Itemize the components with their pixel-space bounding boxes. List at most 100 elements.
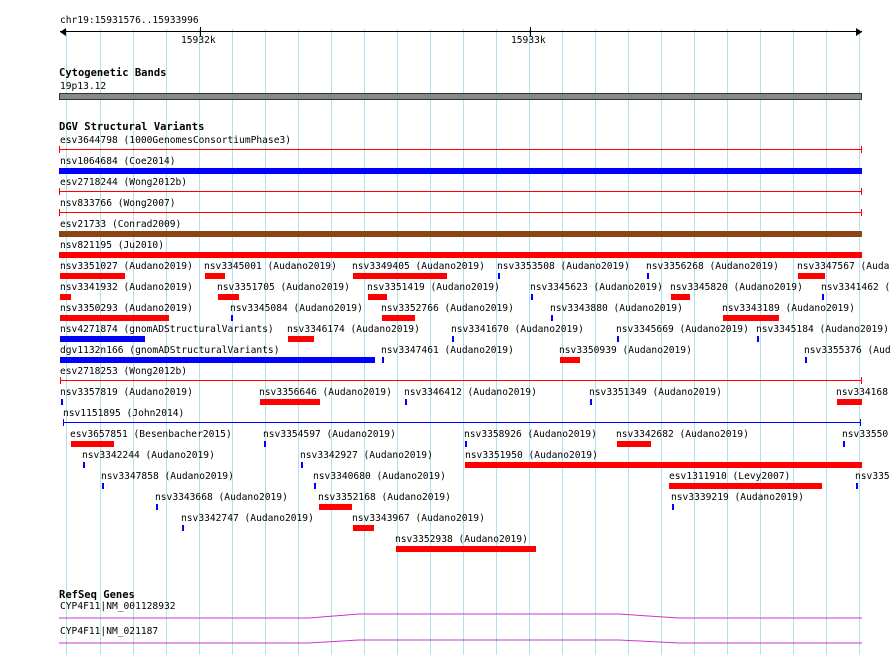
sv-glyph[interactable] — [205, 273, 225, 279]
sv-label[interactable]: nsv3350939 (Audano2019) — [559, 345, 692, 356]
sv-label[interactable]: nsv3358926 (Audano2019) — [464, 429, 597, 440]
sv-glyph[interactable] — [60, 377, 862, 384]
sv-label[interactable]: nsv3351027 (Audano2019) — [60, 261, 193, 272]
sv-label[interactable]: nsv3341670 (Audano2019) — [451, 324, 584, 335]
sv-glyph[interactable] — [531, 294, 533, 300]
cytoband-label[interactable]: 19p13.12 — [60, 81, 106, 92]
sv-glyph[interactable] — [60, 357, 375, 363]
sv-glyph[interactable] — [218, 294, 239, 300]
sv-label[interactable]: nsv3352766 (Audano2019) — [381, 303, 514, 314]
sv-glyph[interactable] — [59, 209, 862, 216]
sv-glyph[interactable] — [59, 188, 862, 195]
sv-label[interactable]: nsv3345001 (Audano2019) — [204, 261, 337, 272]
sv-glyph[interactable] — [60, 336, 145, 342]
sv-label[interactable]: nsv3346412 (Audano2019) — [404, 387, 537, 398]
sv-label[interactable]: esv3644798 (1000GenomesConsortiumPhase3) — [60, 135, 291, 146]
sv-label[interactable]: nsv3353508 (Audano2019) — [497, 261, 630, 272]
sv-glyph[interactable] — [319, 504, 352, 510]
sv-glyph[interactable] — [156, 504, 158, 510]
sv-label[interactable]: nsv3343880 (Audano2019) — [550, 303, 683, 314]
gene-model[interactable] — [59, 612, 862, 620]
sv-label[interactable]: nsv3343189 (Audano2019) — [722, 303, 855, 314]
sv-label[interactable]: nsv33550 — [842, 429, 888, 440]
sv-label[interactable]: esv2718244 (Wong2012b) — [60, 177, 187, 188]
sv-glyph[interactable] — [805, 357, 807, 363]
sv-glyph[interactable] — [465, 441, 467, 447]
sv-label[interactable]: nsv3356268 (Audano2019) — [646, 261, 779, 272]
sv-label[interactable]: nsv3347461 (Audano2019) — [381, 345, 514, 356]
sv-glyph[interactable] — [260, 399, 320, 405]
sv-glyph[interactable] — [551, 315, 553, 321]
sv-label[interactable]: esv2718253 (Wong2012b) — [60, 366, 187, 377]
sv-label[interactable]: nsv1151895 (John2014) — [63, 408, 184, 419]
sv-glyph[interactable] — [405, 399, 407, 405]
sv-label[interactable]: nsv3341462 ( — [821, 282, 890, 293]
sv-label[interactable]: nsv1064684 (Coe2014) — [60, 156, 176, 167]
sv-glyph[interactable] — [452, 336, 454, 342]
sv-glyph[interactable] — [843, 441, 845, 447]
sv-glyph[interactable] — [560, 357, 580, 363]
sv-glyph[interactable] — [288, 336, 314, 342]
sv-label[interactable]: nsv3343967 (Audano2019) — [352, 513, 485, 524]
sv-label[interactable]: nsv3342927 (Audano2019) — [300, 450, 433, 461]
sv-label[interactable]: esv1311910 (Levy2007) — [669, 471, 790, 482]
cytoband-bar[interactable] — [59, 93, 862, 100]
sv-glyph[interactable] — [798, 273, 825, 279]
sv-glyph[interactable] — [59, 146, 862, 153]
sv-label[interactable]: nsv3351950 (Audano2019) — [465, 450, 598, 461]
sv-label[interactable]: dgv1132n166 (gnomADStructuralVariants) — [60, 345, 280, 356]
sv-glyph[interactable] — [182, 525, 184, 531]
sv-label[interactable]: nsv3340680 (Audano2019) — [313, 471, 446, 482]
sv-label[interactable]: nsv3345184 (Audano2019) — [756, 324, 889, 335]
sv-glyph[interactable] — [368, 294, 387, 300]
sv-glyph[interactable] — [83, 462, 85, 468]
sv-label[interactable]: nsv3351349 (Audano2019) — [589, 387, 722, 398]
sv-glyph[interactable] — [382, 315, 415, 321]
sv-label[interactable]: nsv833766 (Wong2007) — [60, 198, 176, 209]
sv-glyph[interactable] — [617, 441, 651, 447]
sv-glyph[interactable] — [590, 399, 592, 405]
sv-label[interactable]: nsv3339219 (Audano2019) — [671, 492, 804, 503]
sv-label[interactable]: nsv3343668 (Audano2019) — [155, 492, 288, 503]
sv-glyph[interactable] — [672, 504, 674, 510]
gene-model[interactable] — [59, 637, 862, 645]
sv-glyph[interactable] — [396, 546, 536, 552]
sv-glyph[interactable] — [647, 273, 649, 279]
sv-glyph[interactable] — [723, 315, 779, 321]
sv-glyph[interactable] — [353, 273, 447, 279]
sv-glyph[interactable] — [669, 483, 822, 489]
sv-label[interactable]: esv3657851 (Besenbacher2015) — [70, 429, 232, 440]
sv-label[interactable]: nsv3345820 (Audano2019) — [670, 282, 803, 293]
sv-glyph[interactable] — [353, 525, 374, 531]
sv-label[interactable]: nsv3347567 (Audan — [797, 261, 890, 272]
sv-label[interactable]: nsv334168 — [836, 387, 888, 398]
sv-label[interactable]: nsv3352168 (Audano2019) — [318, 492, 451, 503]
sv-glyph[interactable] — [59, 168, 862, 174]
sv-glyph[interactable] — [59, 231, 862, 237]
sv-glyph[interactable] — [102, 483, 104, 489]
sv-glyph[interactable] — [264, 441, 266, 447]
sv-label[interactable]: nsv3345084 (Audano2019) — [230, 303, 363, 314]
sv-glyph[interactable] — [671, 294, 690, 300]
sv-glyph[interactable] — [59, 252, 862, 258]
sv-glyph[interactable] — [63, 419, 861, 426]
sv-glyph[interactable] — [231, 315, 233, 321]
sv-glyph[interactable] — [837, 399, 862, 405]
sv-glyph[interactable] — [822, 294, 824, 300]
sv-glyph[interactable] — [61, 399, 63, 405]
sv-glyph[interactable] — [60, 315, 169, 321]
sv-label[interactable]: nsv3351705 (Audano2019) — [217, 282, 350, 293]
sv-glyph[interactable] — [757, 336, 759, 342]
sv-glyph[interactable] — [617, 336, 619, 342]
sv-glyph[interactable] — [301, 462, 303, 468]
sv-label[interactable]: nsv3350293 (Audano2019) — [60, 303, 193, 314]
sv-label[interactable]: esv21733 (Conrad2009) — [60, 219, 181, 230]
sv-glyph[interactable] — [465, 462, 862, 468]
sv-label[interactable]: nsv3342747 (Audano2019) — [181, 513, 314, 524]
sv-label[interactable]: nsv3355376 (Aud — [804, 345, 890, 356]
sv-label[interactable]: nsv3341932 (Audano2019) — [60, 282, 193, 293]
sv-glyph[interactable] — [856, 483, 858, 489]
sv-label[interactable]: nsv3346174 (Audano2019) — [287, 324, 420, 335]
sv-glyph[interactable] — [71, 441, 114, 447]
sv-label[interactable]: nsv4271874 (gnomADStructuralVariants) — [60, 324, 274, 335]
